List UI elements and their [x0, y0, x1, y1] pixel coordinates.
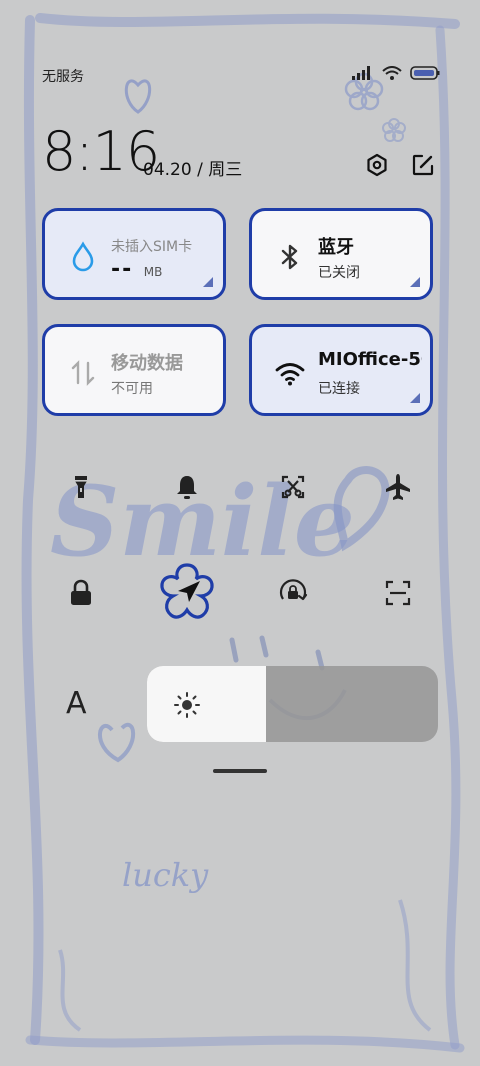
tile-mobile-data-title: 移动数据 [111, 353, 183, 374]
scan-icon [385, 580, 411, 606]
tile-data-usage-unit: MB [143, 265, 163, 279]
toggle-rotation-lock[interactable] [273, 573, 313, 613]
location-arrow-icon [160, 563, 214, 619]
wifi-icon [275, 363, 305, 386]
tile-bluetooth[interactable]: 蓝牙 已关闭 [249, 208, 433, 300]
wifi-status-icon [382, 66, 402, 80]
tile-expand-corner-icon [410, 277, 420, 287]
battery-icon [410, 66, 440, 80]
bell-icon [177, 476, 197, 499]
signal-icon [352, 66, 370, 80]
clock-date: 04.20 / 周三 [143, 160, 243, 180]
lock-icon [71, 579, 91, 605]
toggle-scanner[interactable] [378, 573, 418, 613]
settings-gear-icon[interactable] [364, 152, 390, 178]
carrier-status: 无服务 [42, 69, 84, 85]
toggle-flashlight[interactable] [61, 467, 101, 507]
tile-data-usage[interactable]: 未插入SIM卡 -- MB [42, 208, 226, 300]
clock-time: 8:16 [42, 120, 160, 183]
tile-mobile-data[interactable]: 移动数据 不可用 [42, 324, 226, 416]
wallpaper-lucky-text: lucky [122, 856, 209, 894]
tile-bluetooth-title: 蓝牙 [318, 237, 354, 258]
panel-drag-handle[interactable] [213, 769, 267, 773]
status-icons [352, 66, 440, 80]
auto-brightness-button[interactable]: A [66, 686, 87, 721]
toggle-screenshot[interactable] [273, 467, 313, 507]
tile-mobile-data-status: 不可用 [111, 381, 153, 397]
data-arrows-icon [71, 360, 95, 386]
tile-wifi-title: MIOffice-5G [318, 349, 422, 370]
bluetooth-icon [281, 244, 298, 270]
sun-icon [174, 692, 200, 718]
tile-expand-corner-icon [203, 277, 213, 287]
toggle-bell[interactable] [167, 467, 207, 507]
edit-icon[interactable] [410, 152, 436, 178]
tile-expand-corner-icon [410, 393, 420, 403]
tile-wifi-status: 已连接 [318, 381, 360, 397]
rotation-lock-icon [279, 579, 308, 601]
tile-data-usage-value-row: -- MB [111, 257, 162, 282]
brightness-slider-fill [147, 666, 267, 742]
airplane-icon [386, 474, 410, 500]
screenshot-scissors-icon [281, 475, 305, 499]
toggle-lock[interactable] [61, 573, 101, 613]
tile-data-usage-title: 未插入SIM卡 [111, 239, 193, 255]
tile-bluetooth-status: 已关闭 [318, 265, 360, 281]
toggle-location[interactable] [152, 557, 222, 627]
flashlight-icon [75, 476, 87, 498]
water-drop-icon [72, 241, 94, 272]
toggle-airplane-mode[interactable] [378, 467, 418, 507]
tile-data-usage-value: -- [111, 257, 134, 282]
brightness-slider[interactable] [147, 666, 438, 742]
tile-wifi[interactable]: MIOffice-5G 已连接 [249, 324, 433, 416]
